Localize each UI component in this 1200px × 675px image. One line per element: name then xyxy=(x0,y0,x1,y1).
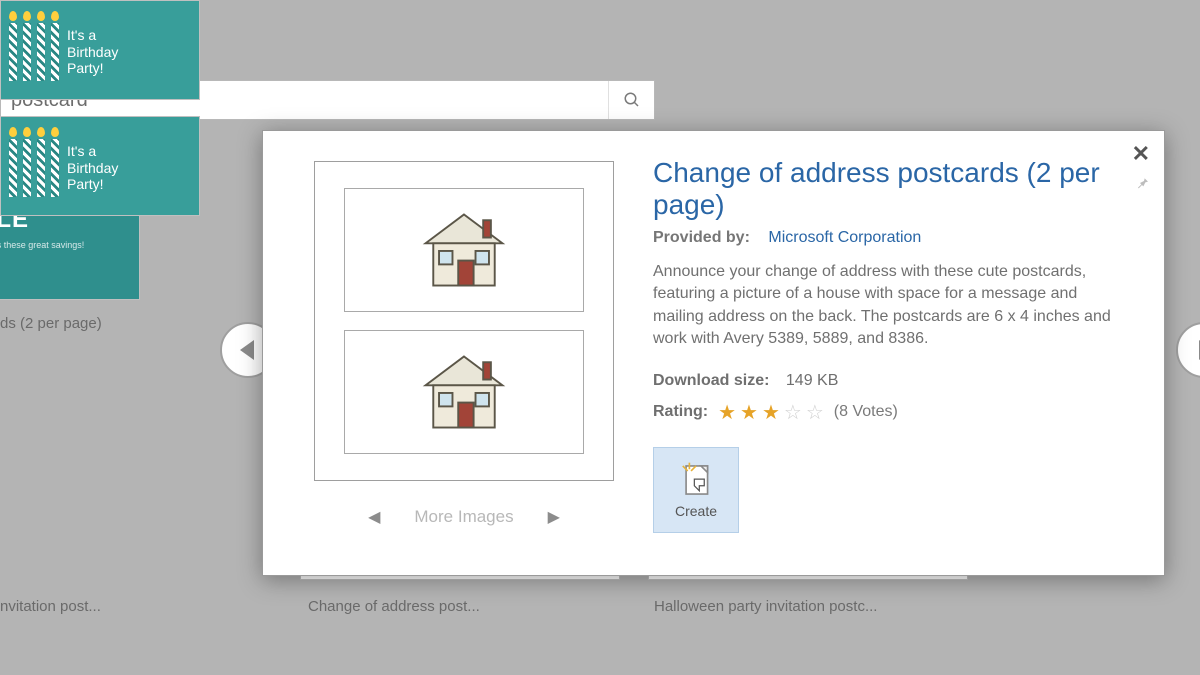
postcard-preview-1 xyxy=(344,188,584,312)
tile-caption: Halloween party invitation postc... xyxy=(654,598,877,615)
star-icon: ★ xyxy=(762,400,780,425)
rating-stars[interactable]: ★ ★ ★ ☆ ☆ xyxy=(718,400,824,425)
house-icon xyxy=(416,348,512,436)
candles-icon xyxy=(9,139,59,197)
template-preview-image xyxy=(314,161,614,481)
tile-text: It's aBirthdayParty! xyxy=(67,143,118,193)
candles-icon xyxy=(9,23,59,81)
preview-column: ◀ More Images ▶ xyxy=(263,131,643,575)
star-icon: ★ xyxy=(718,400,736,425)
provided-by: Provided by: Microsoft Corporation xyxy=(653,229,1128,247)
more-images-label: More Images xyxy=(414,507,513,527)
template-tile-birthday-1[interactable]: It's aBirthdayParty! xyxy=(0,0,200,100)
tile-caption: ds (2 per page) xyxy=(0,315,102,332)
prev-image-button[interactable]: ◀ xyxy=(368,507,380,527)
template-description: Announce your change of address with the… xyxy=(653,261,1113,349)
rating-votes: (8 Votes) xyxy=(834,403,898,421)
provided-label: Provided by: xyxy=(653,229,750,246)
tile-caption: nvitation post... xyxy=(0,598,101,615)
new-document-icon xyxy=(679,461,713,499)
template-title: Change of address postcards (2 per page) xyxy=(653,157,1128,221)
house-icon xyxy=(416,206,512,294)
search-icon xyxy=(623,91,641,109)
rating-row: Rating: ★ ★ ★ ☆ ☆ (8 Votes) xyxy=(653,400,1128,425)
rating-label: Rating: xyxy=(653,403,708,421)
download-size-label: Download size: xyxy=(653,372,769,389)
star-icon: ☆ xyxy=(784,400,802,425)
download-size: Download size: 149 KB xyxy=(653,372,1128,390)
create-label: Create xyxy=(675,503,717,519)
more-images-pager: ◀ More Images ▶ xyxy=(368,507,560,527)
tile-text: It's aBirthdayParty! xyxy=(67,27,118,77)
template-tile-birthday-2[interactable]: It's aBirthdayParty! xyxy=(0,116,200,216)
star-icon: ☆ xyxy=(806,400,824,425)
chevron-left-icon xyxy=(240,340,254,360)
create-button[interactable]: Create xyxy=(653,447,739,533)
search-button[interactable] xyxy=(608,81,654,119)
postcard-preview-2 xyxy=(344,330,584,454)
info-column: Change of address postcards (2 per page)… xyxy=(643,131,1164,575)
star-icon: ★ xyxy=(740,400,758,425)
provided-value: Microsoft Corporation xyxy=(768,229,921,246)
next-image-button[interactable]: ▶ xyxy=(548,507,560,527)
template-preview-dialog: ✕ xyxy=(262,130,1165,576)
tile-caption: Change of address post... xyxy=(308,598,480,615)
tile-subtext: don't miss these great savings! xyxy=(0,240,119,250)
download-size-value: 149 KB xyxy=(786,372,838,389)
